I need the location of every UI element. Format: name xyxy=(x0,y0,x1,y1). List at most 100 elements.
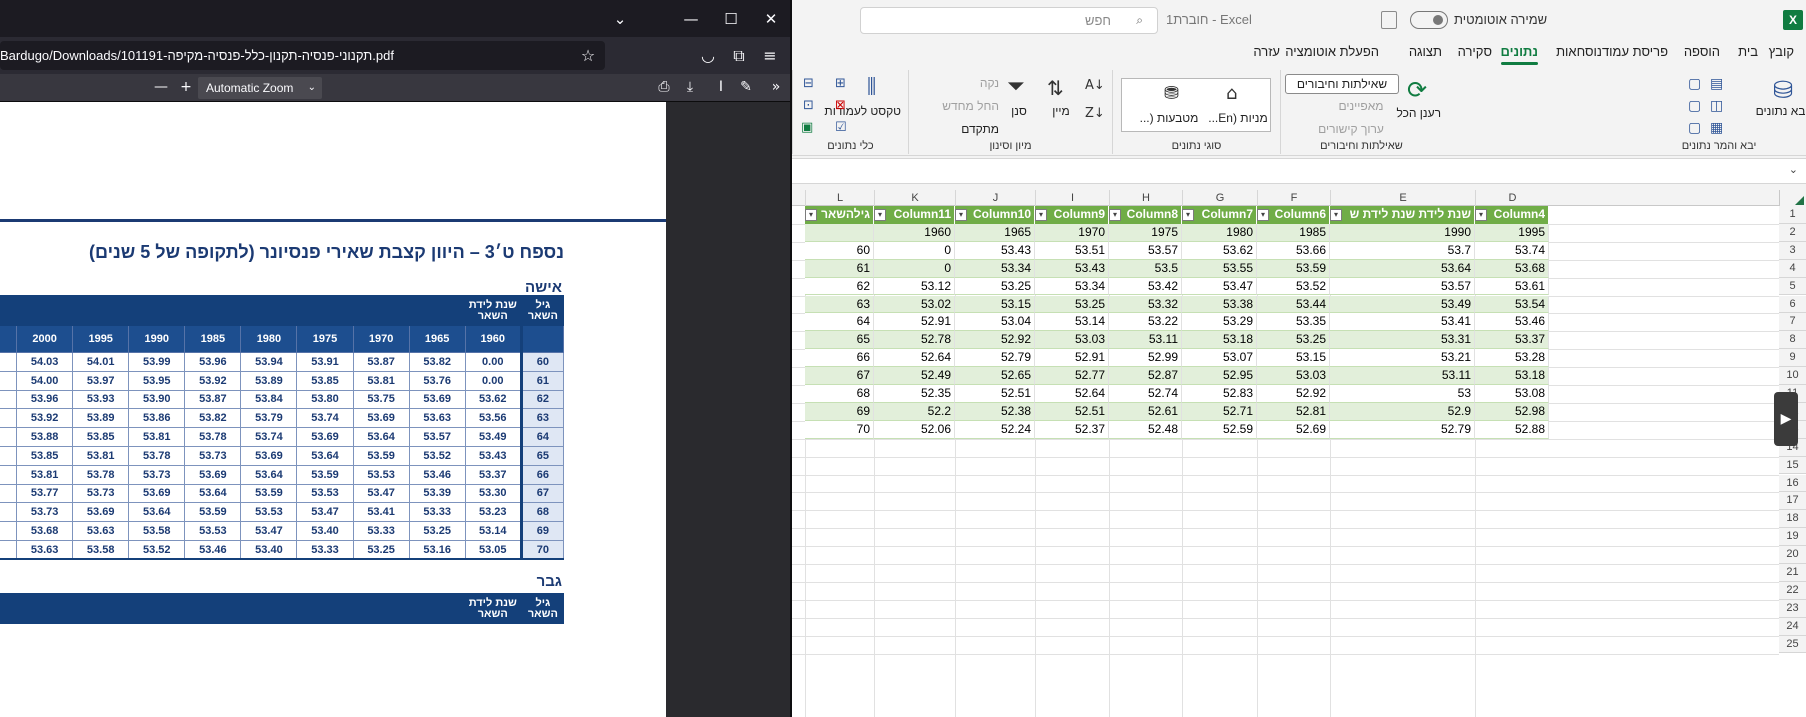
table-cell[interactable]: 53.38 xyxy=(1182,295,1257,314)
autosave-toggle[interactable] xyxy=(1410,11,1448,29)
table-cell[interactable]: 52.64 xyxy=(1035,385,1109,403)
table-header-cell[interactable]: ▾ Column7 xyxy=(1182,206,1257,224)
sort-az-icon[interactable]: A↓ xyxy=(1085,78,1105,93)
ribbon-tab[interactable]: הוספה xyxy=(1684,44,1720,59)
url-bar[interactable]: Bardugo/Downloads/101191-תקנוני-פנסיה-תק… xyxy=(0,41,605,70)
table-cell[interactable]: 53.03 xyxy=(1257,367,1330,385)
table-cell[interactable]: 52.64 xyxy=(874,349,955,368)
table-cell[interactable]: 53.49 xyxy=(1330,295,1475,314)
table-cell[interactable]: 53.37 xyxy=(1475,331,1549,350)
table-cell[interactable]: 53.44 xyxy=(1257,295,1330,314)
table-cell[interactable]: 53.28 xyxy=(1475,349,1549,368)
table-cell[interactable]: 52.61 xyxy=(1109,402,1182,421)
advanced-button[interactable]: מתקדם xyxy=(923,122,999,136)
tab-list-chevron-icon[interactable]: ⌄ xyxy=(600,0,640,37)
data-validation-icon[interactable]: ☑ xyxy=(835,120,847,135)
row-header[interactable]: 19 xyxy=(1779,528,1806,547)
row-header[interactable]: 22 xyxy=(1779,581,1806,600)
draw-tool-icon[interactable]: ✎ xyxy=(735,76,757,98)
ribbon-tab[interactable]: סקירה xyxy=(1458,44,1492,59)
table-cell[interactable]: 53.02 xyxy=(874,295,955,314)
table-header-cell[interactable]: ▾ שנת לידת שנת לידת ש xyxy=(1330,206,1475,224)
table-cell[interactable]: 52.9 xyxy=(1330,402,1475,421)
table-cell[interactable]: 53.41 xyxy=(1330,313,1475,332)
filter-dropdown-icon[interactable]: ▾ xyxy=(1182,208,1194,221)
table-cell[interactable]: 52.37 xyxy=(1035,420,1109,439)
table-cell[interactable]: 52.78 xyxy=(874,331,955,350)
filter-dropdown-icon[interactable]: ▾ xyxy=(1035,208,1047,221)
zoom-select[interactable]: Automatic Zoom ⌄ xyxy=(198,77,322,99)
table-header-cell[interactable]: ▾ Column10 xyxy=(955,206,1035,224)
ribbon-tab[interactable]: קובץ xyxy=(1769,44,1794,59)
table-cell[interactable]: 52.24 xyxy=(955,420,1035,439)
table-cell[interactable]: 69 xyxy=(805,402,874,421)
minimize-icon[interactable]: — xyxy=(671,0,711,37)
table-cell[interactable]: 53.66 xyxy=(1257,241,1330,260)
table-header-cell[interactable]: ▾ Column11 xyxy=(874,206,955,224)
table-cell[interactable]: 53.25 xyxy=(1035,295,1109,314)
column-header[interactable]: H xyxy=(1109,190,1182,206)
print-icon[interactable]: ⎙ xyxy=(653,76,675,98)
menu-icon[interactable]: ≡ xyxy=(756,41,784,70)
relationships-icon[interactable]: ⊡ xyxy=(803,98,814,113)
table-cell[interactable]: 53.57 xyxy=(1109,241,1182,260)
table-cell[interactable]: 52.71 xyxy=(1182,402,1257,421)
table-cell[interactable]: 53.68 xyxy=(1475,259,1549,278)
table-cell[interactable]: 52.81 xyxy=(1257,402,1330,421)
table-cell[interactable]: 53.34 xyxy=(955,259,1035,278)
table-cell[interactable]: 62 xyxy=(805,277,874,296)
table-cell[interactable]: 52.92 xyxy=(1257,385,1330,403)
column-header[interactable]: I xyxy=(1035,190,1109,206)
table-header-cell[interactable]: ▾ Column8 xyxy=(1109,206,1182,224)
filter-dropdown-icon[interactable]: ▾ xyxy=(955,208,967,221)
row-header[interactable]: 15 xyxy=(1779,456,1806,475)
row-header[interactable]: 5 xyxy=(1779,277,1806,296)
save-icon[interactable]: ⤓ xyxy=(679,76,701,98)
edit-links-button[interactable]: ערוך קישורים xyxy=(1301,122,1401,136)
table-cell[interactable]: 52.59 xyxy=(1182,420,1257,439)
table-cell[interactable]: 52.69 xyxy=(1257,420,1330,439)
table-cell[interactable]: 52.79 xyxy=(1330,420,1475,439)
column-header[interactable]: K xyxy=(874,190,955,206)
column-header[interactable]: G xyxy=(1182,190,1257,206)
table-cell[interactable]: 53.54 xyxy=(1475,295,1549,314)
table-cell[interactable]: 52.38 xyxy=(955,402,1035,421)
table-cell[interactable]: 52.48 xyxy=(1109,420,1182,439)
row-header[interactable]: 3 xyxy=(1779,241,1806,260)
table-cell[interactable]: 61 xyxy=(805,259,874,278)
table-cell[interactable]: 53.42 xyxy=(1109,277,1182,296)
filter-dropdown-icon[interactable]: ▾ xyxy=(874,208,886,221)
table-cell[interactable]: 52.51 xyxy=(955,385,1035,403)
row-header[interactable]: 21 xyxy=(1779,564,1806,582)
table-cell[interactable]: 52.99 xyxy=(1109,349,1182,368)
currencies-button[interactable]: מטבעות (... xyxy=(1136,111,1202,125)
from-table-icon[interactable]: ▦ xyxy=(1710,120,1723,136)
table-cell[interactable]: 52.51 xyxy=(1035,402,1109,421)
row-header[interactable]: 18 xyxy=(1779,510,1806,529)
table-cell[interactable]: 53.08 xyxy=(1475,385,1549,403)
filter-dropdown-icon[interactable]: ▾ xyxy=(805,208,817,221)
properties-button[interactable]: מאפיינים xyxy=(1321,99,1401,113)
table-cell[interactable]: 52.91 xyxy=(1035,349,1109,368)
table-header-cell[interactable]: ▾ גילהשאר xyxy=(805,206,874,224)
table-cell[interactable]: 53.04 xyxy=(955,313,1035,332)
search-input[interactable]: חפש ⌕ xyxy=(860,7,1158,34)
row-header[interactable]: 9 xyxy=(1779,349,1806,368)
table-cell[interactable]: 52.88 xyxy=(1475,420,1549,439)
table-cell[interactable]: 1990 xyxy=(1330,223,1475,242)
table-cell[interactable]: 52.92 xyxy=(955,331,1035,350)
column-header[interactable]: L xyxy=(805,190,874,206)
table-cell[interactable]: 53.35 xyxy=(1257,313,1330,332)
recent-sources-icon[interactable]: ▢ xyxy=(1688,76,1701,92)
queries-connections-button[interactable]: שאילתות וחיבורים xyxy=(1285,74,1399,94)
pocket-icon[interactable]: ◡ xyxy=(694,41,722,70)
row-header[interactable]: 8 xyxy=(1779,331,1806,350)
table-cell[interactable]: 53.74 xyxy=(1475,241,1549,260)
table-cell[interactable]: 1975 xyxy=(1109,223,1182,242)
row-header[interactable]: 17 xyxy=(1779,492,1806,511)
table-cell[interactable]: 53.14 xyxy=(1035,313,1109,332)
stocks-button[interactable]: מניות (En... xyxy=(1208,111,1268,125)
column-header[interactable]: J xyxy=(955,190,1035,206)
from-file-icon[interactable]: ▢ xyxy=(1688,120,1701,136)
table-cell[interactable]: 53.25 xyxy=(1257,331,1330,350)
